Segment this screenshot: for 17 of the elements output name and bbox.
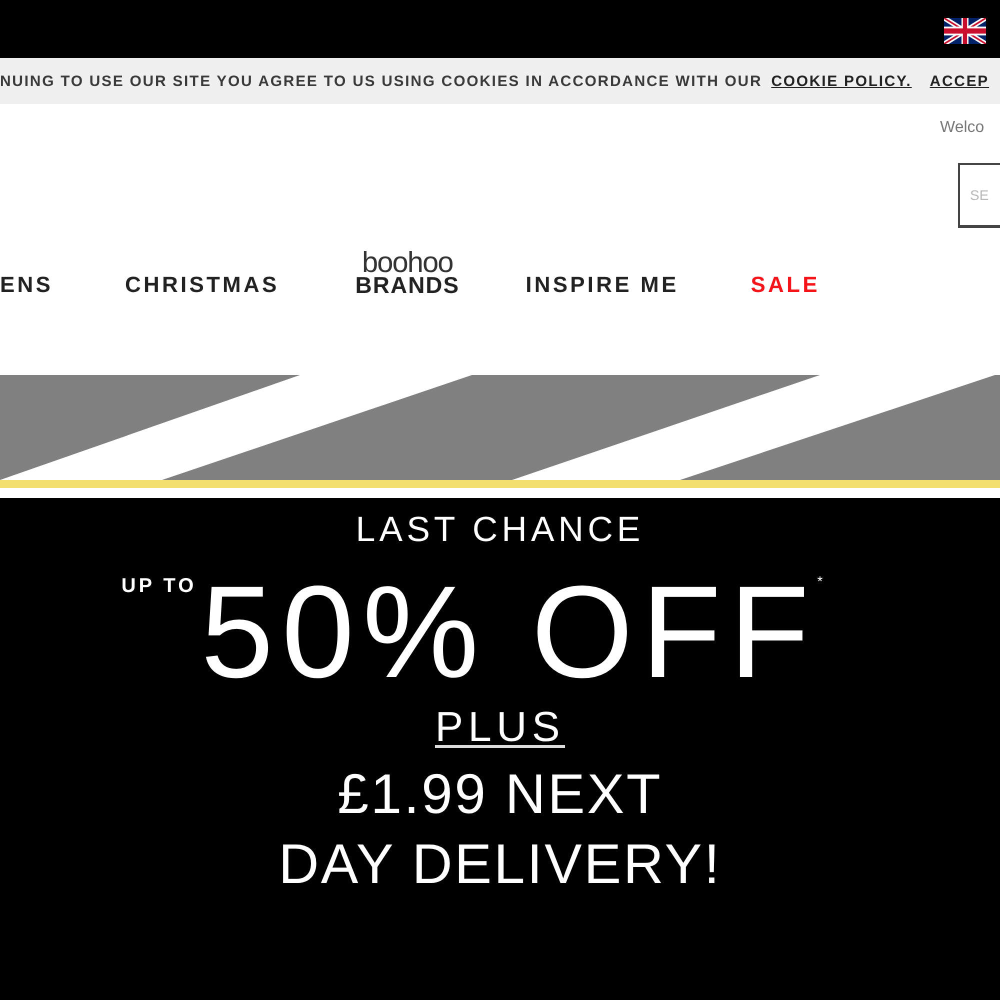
promo-heading: LAST CHANCE [356, 510, 644, 550]
sale-nav-link[interactable]: SALE [750, 272, 820, 298]
nav-link[interactable]: INSPIRE ME [526, 272, 679, 298]
cookie-policy-link[interactable]: COOKIE POLICY. [771, 72, 912, 90]
nav-link[interactable]: ENS [0, 272, 54, 298]
nav-link[interactable]: CHRISTMAS [125, 272, 280, 298]
search-field[interactable]: SE [958, 163, 1000, 228]
brands-nav-link[interactable]: boohoo BRANDS [355, 252, 460, 296]
promo-plus: PLUS [435, 709, 565, 748]
welcome-text: Welco [940, 118, 986, 138]
promo-line: £1.99 NEXT [337, 761, 663, 827]
flag-icon[interactable] [944, 18, 986, 44]
promo-prefix: UP TO [121, 576, 197, 596]
promo-line: DAY DELIVERY! [278, 831, 722, 897]
accept-link[interactable]: ACCEP [930, 72, 990, 90]
cookie-notice-text: NUING TO USE OUR SITE YOU AGREE TO US USING COOKIES IN ACCORDANCE WITH OUR [0, 72, 762, 90]
promo-headline: 50% OFF$^{*}$ [200, 566, 831, 697]
